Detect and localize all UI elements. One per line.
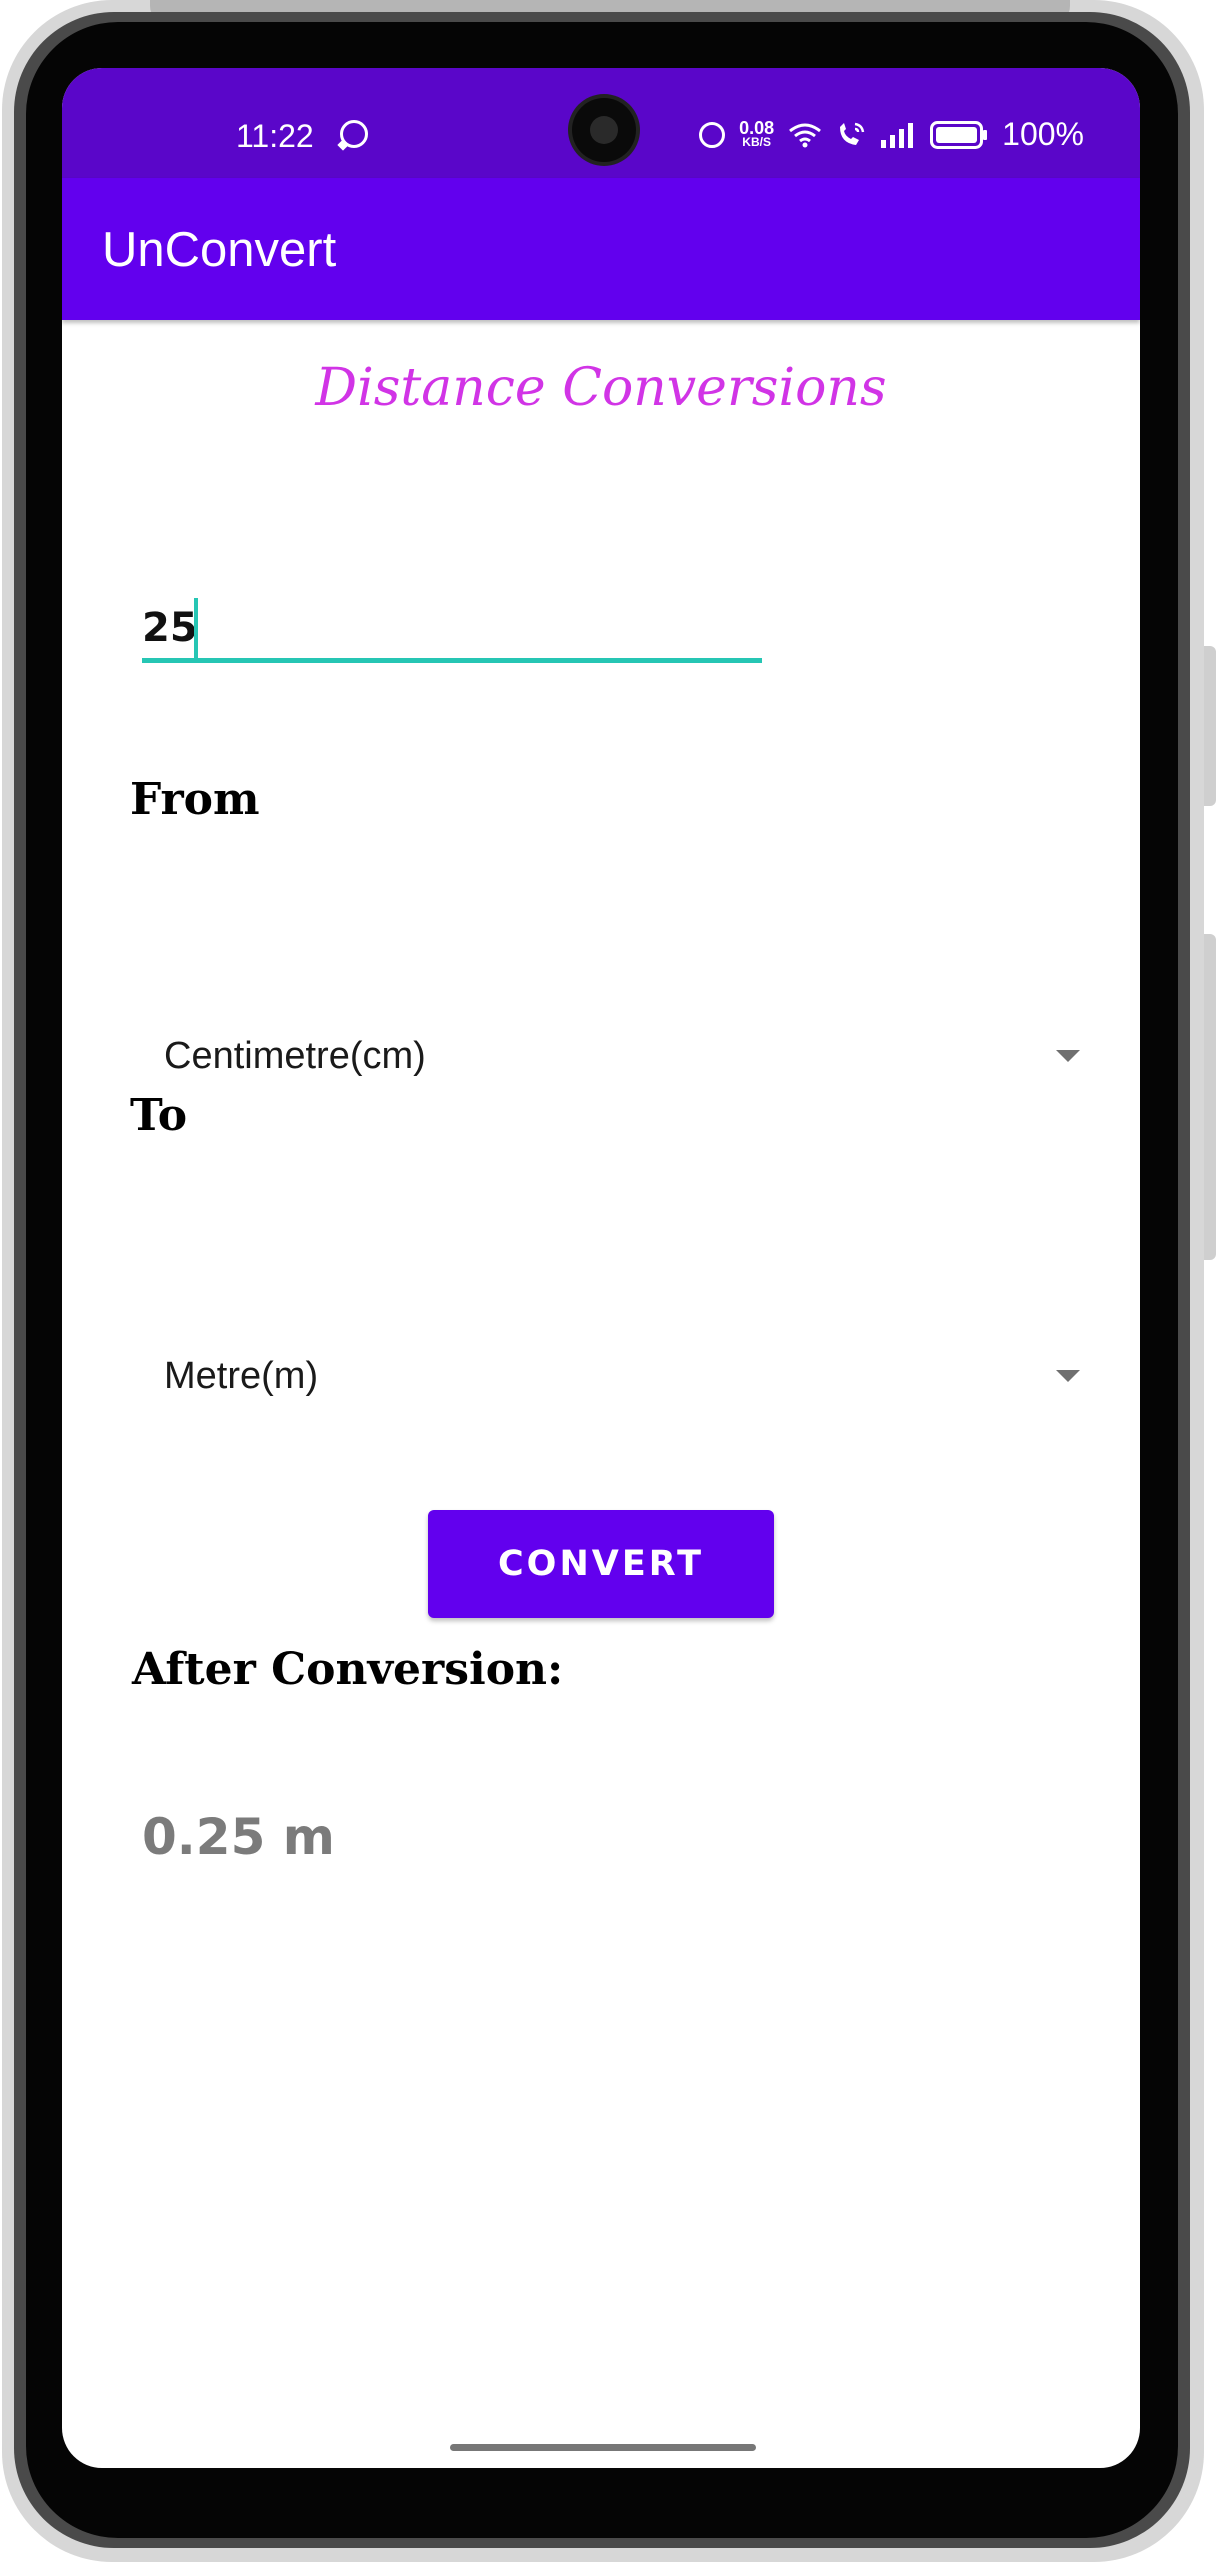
- dropdown-arrow-icon[interactable]: [1056, 1370, 1080, 1382]
- result-value: 0.25 m: [142, 1808, 335, 1866]
- signal-icon: [880, 122, 916, 148]
- whatsapp-icon: [340, 120, 368, 148]
- device-frame: 11:22 0.08 KB/S 100% UnConvert Distance …: [0, 0, 1216, 2562]
- page-title: Distance Conversions: [315, 358, 887, 418]
- network-speed-value: 0.08: [739, 117, 775, 138]
- text-cursor: [194, 598, 198, 660]
- to-unit-dropdown[interactable]: Metre(m): [140, 1336, 1080, 1416]
- value-input[interactable]: [142, 598, 762, 663]
- power-button: [1204, 934, 1216, 1260]
- home-indicator[interactable]: [450, 2444, 756, 2451]
- status-bar: 11:22 0.08 KB/S 100%: [62, 68, 1140, 178]
- alarm-icon: [699, 121, 726, 148]
- status-time: 11:22: [236, 118, 314, 154]
- from-label: From: [130, 774, 260, 825]
- to-label: To: [130, 1090, 188, 1141]
- from-unit-dropdown[interactable]: Centimetre(cm): [140, 1016, 1080, 1096]
- wifi-icon: [788, 122, 822, 148]
- network-speed-unit: KB/S: [742, 134, 771, 149]
- wifi-calling-icon: [836, 121, 866, 149]
- status-icons: 0.08 KB/S 100%: [699, 116, 1084, 153]
- volume-button: [1204, 646, 1216, 806]
- network-speed: 0.08 KB/S: [739, 117, 775, 149]
- app-bar: UnConvert: [62, 178, 1140, 320]
- dropdown-arrow-icon[interactable]: [1056, 1050, 1080, 1062]
- front-camera: [572, 98, 636, 162]
- convert-button[interactable]: CONVERT: [428, 1510, 774, 1618]
- from-unit-selected: Centimetre(cm): [164, 1034, 426, 1077]
- battery-percent: 100%: [1002, 116, 1084, 152]
- phone-screen: 11:22 0.08 KB/S 100% UnConvert Distance …: [62, 68, 1140, 2468]
- to-unit-selected: Metre(m): [164, 1354, 319, 1397]
- battery-icon: [930, 120, 988, 149]
- app-title: UnConvert: [102, 223, 337, 277]
- result-label: After Conversion:: [132, 1644, 564, 1695]
